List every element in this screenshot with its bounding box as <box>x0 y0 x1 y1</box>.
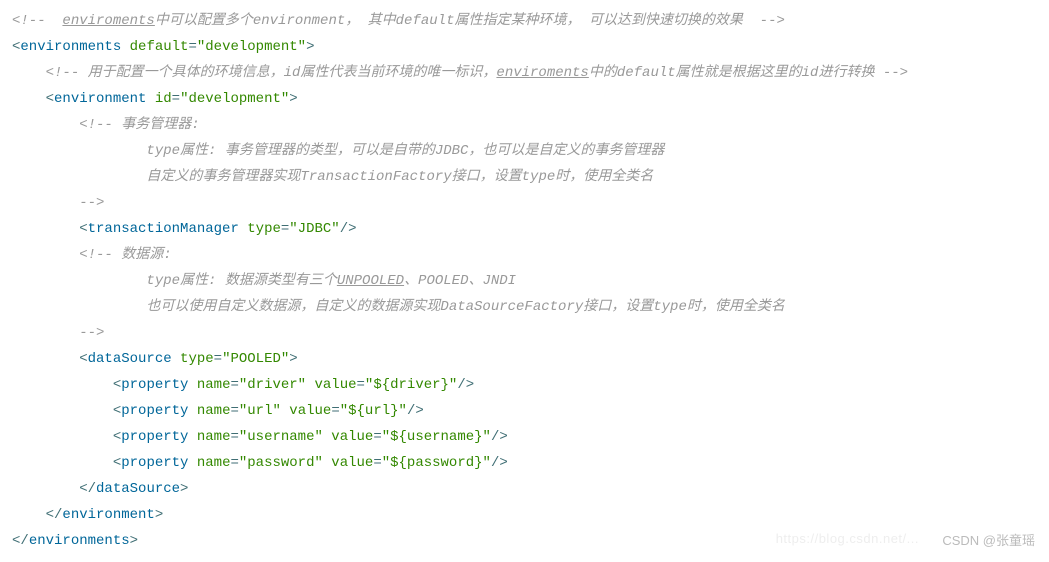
code-line: </environments> <box>12 528 1037 554</box>
code-block: <!-- enviroments中可以配置多个environment， 其中de… <box>12 8 1037 554</box>
code-line: </environment> <box>12 502 1037 528</box>
code-line: <transactionManager type="JDBC"/> <box>12 216 1037 242</box>
code-line: <!-- 事务管理器: <box>12 112 1037 138</box>
code-line: type属性: 数据源类型有三个UNPOOLED、POOLED、JNDI <box>12 268 1037 294</box>
code-line: --> <box>12 190 1037 216</box>
code-line: <property name="url" value="${url}"/> <box>12 398 1037 424</box>
code-line: <!-- enviroments中可以配置多个environment， 其中de… <box>12 8 1037 34</box>
code-line: <!-- 数据源: <box>12 242 1037 268</box>
code-line: <property name="username" value="${usern… <box>12 424 1037 450</box>
code-line: <!-- 用于配置一个具体的环境信息，id属性代表当前环境的唯一标识，envir… <box>12 60 1037 86</box>
code-line: 自定义的事务管理器实现TransactionFactory接口，设置type时，… <box>12 164 1037 190</box>
code-line: <environment id="development"> <box>12 86 1037 112</box>
code-line: 也可以使用自定义数据源，自定义的数据源实现DataSourceFactory接口… <box>12 294 1037 320</box>
code-line: </dataSource> <box>12 476 1037 502</box>
code-line: <environments default="development"> <box>12 34 1037 60</box>
code-line: --> <box>12 320 1037 346</box>
code-line: <property name="password" value="${passw… <box>12 450 1037 476</box>
code-line: <dataSource type="POOLED"> <box>12 346 1037 372</box>
code-line: type属性: 事务管理器的类型，可以是自带的JDBC，也可以是自定义的事务管理… <box>12 138 1037 164</box>
code-line: <property name="driver" value="${driver}… <box>12 372 1037 398</box>
